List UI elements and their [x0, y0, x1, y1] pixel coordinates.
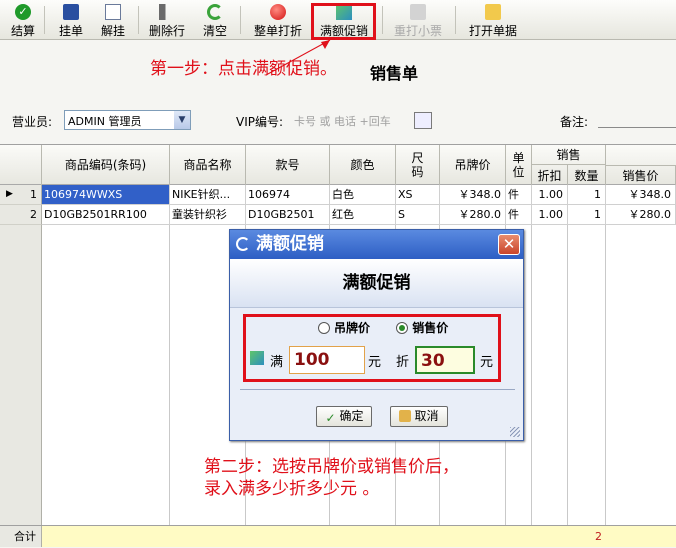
cube-icon: [250, 351, 264, 365]
ok-button[interactable]: ✓ 确定: [316, 406, 372, 427]
table-cell-color[interactable]: 红色: [330, 205, 396, 225]
table-cell-style[interactable]: D10GB2501: [246, 205, 330, 225]
cancel-hand-icon: [399, 410, 412, 422]
table-cell-tag-price[interactable]: ￥348.0: [440, 185, 506, 205]
table-cell-discount[interactable]: 1.00: [532, 205, 568, 225]
radio-tag-price[interactable]: 吊牌价: [318, 321, 370, 335]
resize-grip[interactable]: [510, 427, 520, 437]
header-tag-price[interactable]: 吊牌价: [440, 145, 506, 185]
table-cell-qty[interactable]: 1: [568, 185, 606, 205]
radio-sale-price[interactable]: 销售价: [396, 321, 448, 335]
table-cell-code[interactable]: D10GB2501RR100: [42, 205, 170, 225]
app-logo-icon: [236, 237, 250, 251]
header-size[interactable]: 尺码: [396, 145, 440, 185]
table-cell-sale-price[interactable]: ￥348.0: [606, 185, 676, 205]
table-cell-name[interactable]: 童装针织衫: [170, 205, 246, 225]
header-qty[interactable]: 数量: [568, 165, 606, 185]
header-sale-price[interactable]: 销售价: [606, 165, 676, 185]
yuan-label: 元: [480, 355, 494, 370]
table-cell-name[interactable]: NIKE针织...: [170, 185, 246, 205]
table-cell-style[interactable]: 106974: [246, 185, 330, 205]
header-discount[interactable]: 折扣: [532, 165, 568, 185]
header-color[interactable]: 颜色: [330, 145, 396, 185]
table-cell-sale-price[interactable]: ￥280.0: [606, 205, 676, 225]
header-name[interactable]: 商品名称: [170, 145, 246, 185]
salesperson-label: 营业员:: [12, 115, 53, 129]
table-cell-discount[interactable]: 1.00: [532, 185, 568, 205]
checkmark-icon: ✓: [325, 411, 336, 425]
yuan-label: 元: [368, 355, 382, 370]
grid-footer: 合计 2: [0, 525, 676, 547]
annotation-step2-line1: 第二步：选按吊牌价或销售价后，: [204, 457, 459, 477]
annotation-step1: 第一步：点击满额促销。: [150, 59, 337, 79]
header-style[interactable]: 款号: [246, 145, 330, 185]
price-type-radios: 吊牌价 销售价: [318, 319, 448, 336]
footer-total-label: 合计: [0, 526, 42, 547]
table-cell-size[interactable]: XS: [396, 185, 440, 205]
footer-total-qty: 2: [595, 530, 602, 543]
close-icon[interactable]: ✕: [498, 234, 520, 255]
table-cell-unit[interactable]: 件: [506, 205, 532, 225]
salesperson-select[interactable]: ADMIN 管理员 ▼: [64, 110, 191, 130]
salesperson-value: ADMIN 管理员: [68, 115, 142, 128]
full-amount-input[interactable]: 100: [289, 346, 365, 374]
annotation-step2-line2: 录入满多少折多少元 。: [204, 479, 380, 499]
note-input[interactable]: [598, 127, 676, 128]
table-cell-code[interactable]: 106974WWXS: [42, 185, 170, 205]
dialog-heading: 满额促销: [230, 259, 523, 308]
amount-row: 满 100 元 折 30 元: [250, 346, 510, 376]
note-label: 备注:: [560, 115, 589, 129]
promotion-dialog: 满额促销 ✕ 满额促销 吊牌价 销售价 满 100 元 折 30 元 ✓ 确定 取…: [229, 229, 524, 441]
cancel-button[interactable]: 取消: [390, 406, 448, 427]
discount-amount-input[interactable]: 30: [415, 346, 475, 374]
vip-label: VIP编号:: [236, 115, 284, 129]
page-title: 销售单: [370, 64, 419, 83]
header-unit[interactable]: 单位: [506, 145, 532, 185]
row-indicator[interactable]: 2: [0, 205, 42, 225]
vip-lookup-icon[interactable]: [414, 112, 432, 129]
grid-header: 商品编码(条码) 商品名称 款号 颜色 尺码 吊牌价 单位 销售 折扣 数量 销…: [0, 145, 676, 185]
table-cell-size[interactable]: S: [396, 205, 440, 225]
dialog-titlebar[interactable]: 满额促销: [230, 230, 523, 259]
full-label: 满: [270, 355, 284, 370]
table-cell-tag-price[interactable]: ￥280.0: [440, 205, 506, 225]
table-cell-qty[interactable]: 1: [568, 205, 606, 225]
discount-label: 折: [396, 355, 410, 370]
header-code[interactable]: 商品编码(条码): [42, 145, 170, 185]
chevron-down-icon[interactable]: ▼: [174, 111, 190, 129]
table-cell-unit[interactable]: 件: [506, 185, 532, 205]
row-indicator[interactable]: ▶ 1: [0, 185, 42, 205]
vip-input[interactable]: 卡号 或 电话 +回车: [294, 111, 412, 129]
table-cell-color[interactable]: 白色: [330, 185, 396, 205]
header-sale-group: 销售: [532, 145, 606, 165]
dialog-title: 满额促销: [256, 234, 324, 254]
